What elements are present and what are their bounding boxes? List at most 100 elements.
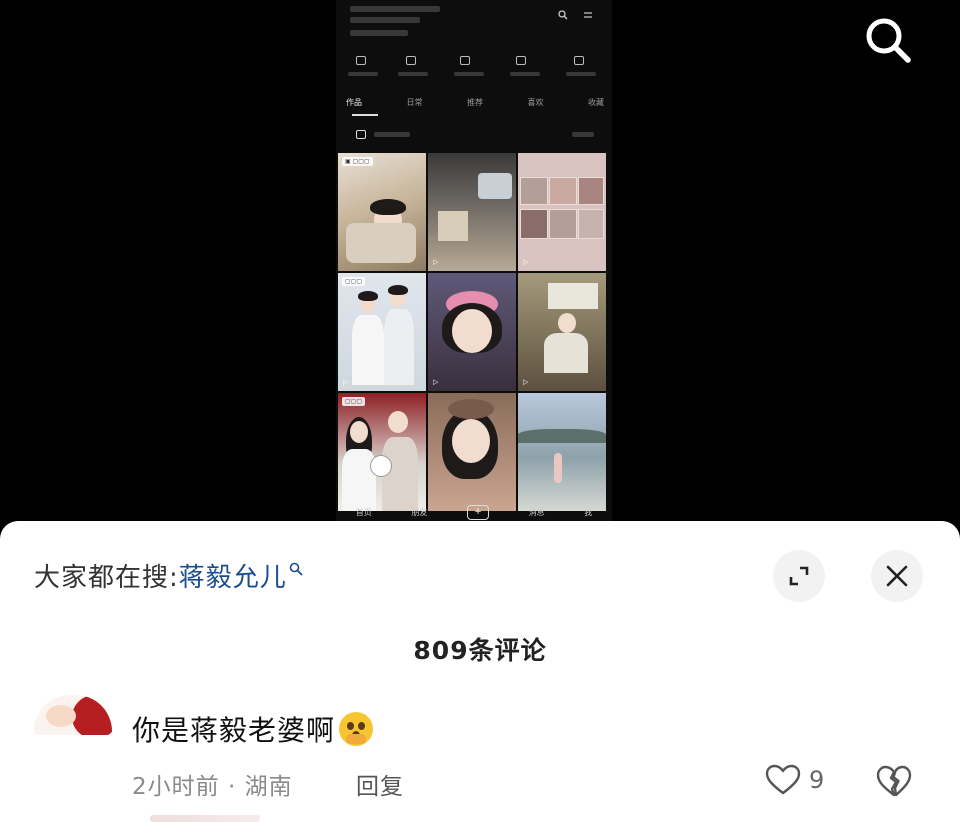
play-count: ▷	[343, 378, 349, 386]
comment-meta: 2小时前 · 湖南	[132, 774, 293, 800]
blurred-text	[350, 17, 420, 23]
thumbnail-figure	[452, 419, 490, 463]
phone-menu-icon	[584, 12, 592, 18]
heart-icon	[765, 764, 801, 795]
phone-plus-button: +	[466, 504, 489, 520]
blurred-text	[350, 30, 408, 36]
phone-collection-row	[350, 128, 598, 142]
phone-tab: 推荐	[467, 98, 483, 107]
thumbnail-figure	[578, 209, 604, 239]
thumbnail-figure	[452, 309, 492, 353]
hot-search-banner[interactable]: 大家都在搜:蒋毅允儿	[34, 557, 303, 594]
phone-tab: 日常	[406, 98, 423, 107]
thumbnail-figure	[384, 309, 414, 385]
next-comment-preview	[150, 815, 260, 822]
thumbnail-tag: ▣ ▢▢▢	[342, 157, 373, 166]
thumbnail-figure	[358, 291, 378, 301]
avatar-figure	[72, 695, 112, 735]
thumbnail-tag: ▢▢▢	[342, 397, 366, 406]
play-count: ▷	[523, 378, 529, 386]
thumbnail-figure	[549, 209, 577, 239]
close-button[interactable]	[871, 550, 923, 602]
phone-video-grid: ▣ ▢▢▢ ▷ ▷ ▢▢▢ ▷ ▷ ▷ ▢▢▢	[338, 153, 610, 511]
phone-service-icon	[574, 56, 584, 65]
thumbnail-figure	[388, 411, 408, 433]
blurred-text	[350, 6, 440, 12]
video-thumbnail: ▷	[428, 153, 516, 271]
phone-tab: 收藏	[588, 98, 604, 107]
video-thumbnail	[428, 393, 516, 511]
video-thumbnail: ▢▢▢ ▷	[338, 273, 426, 391]
phone-service-icon	[356, 56, 366, 65]
phone-service-icon	[460, 56, 470, 65]
thumbnail-figure	[520, 177, 548, 205]
phone-service-icon	[406, 56, 416, 65]
emoji-icon	[339, 712, 374, 746]
search-icon	[289, 562, 303, 576]
reply-button[interactable]: 回复	[356, 767, 404, 801]
video-thumbnail: ▣ ▢▢▢	[338, 153, 426, 271]
blurred-text	[374, 132, 410, 137]
thumbnail-figure	[518, 429, 606, 443]
avatar-figure	[46, 705, 76, 727]
thumbnail-figure	[448, 399, 494, 419]
play-count: ▷	[433, 258, 439, 266]
thumbnail-figure	[352, 315, 384, 385]
thumbnail-figure	[388, 285, 408, 295]
phone-nav-item: 首页	[355, 507, 372, 517]
comment-sheet: 大家都在搜:蒋毅允儿 809条评论 你是蒋毅老婆啊 2小时前 · 湖南 回复 9	[0, 521, 960, 822]
blurred-text	[572, 132, 594, 137]
thumbnail-figure	[544, 333, 588, 373]
thumbnail-figure	[549, 177, 577, 205]
video-thumbnail: ▷	[518, 273, 606, 391]
blurred-text	[566, 72, 596, 76]
thumbnail-figure	[554, 453, 562, 483]
blurred-text	[348, 72, 378, 76]
phone-nav-item: 朋友	[411, 507, 428, 517]
video-thumbnail: ▷	[518, 153, 606, 271]
search-icon[interactable]	[862, 14, 914, 66]
phone-tab: 作品	[346, 98, 362, 107]
phone-nav-item: 我	[584, 507, 593, 517]
thumbnail-tag: ▢▢▢	[342, 277, 366, 286]
thumbnail-figure	[370, 199, 406, 215]
blurred-text	[510, 72, 540, 76]
comment-text: 你是蒋毅老婆啊	[132, 714, 336, 747]
expand-button[interactable]	[773, 550, 825, 602]
thumbnail-figure	[558, 313, 576, 333]
play-count: ▷	[433, 378, 439, 386]
thumbnail-figure	[346, 223, 416, 263]
expand-icon	[789, 566, 809, 586]
avatar[interactable]	[34, 695, 112, 735]
comment-count-title: 809条评论	[413, 636, 547, 665]
hot-search-prefix: 大家都在搜:	[34, 563, 179, 593]
phone-search-icon	[558, 10, 568, 20]
phone-folder-icon	[356, 130, 366, 139]
video-thumbnail	[518, 393, 606, 511]
broken-heart-icon[interactable]	[876, 764, 912, 798]
blurred-text	[398, 72, 428, 76]
close-icon	[886, 565, 908, 587]
blurred-text	[454, 72, 484, 76]
embedded-phone-screenshot: 作品 日常 推荐 喜欢 收藏 ▣ ▢▢▢ ▷ ▷ ▢▢▢ ▷ ▷ ▷ ▢▢▢ 首…	[336, 0, 612, 530]
thumbnail-figure	[548, 283, 598, 309]
thumbnail-figure	[370, 455, 392, 477]
phone-service-icon	[516, 56, 526, 65]
phone-tab: 喜欢	[527, 98, 544, 107]
like-button[interactable]: 9	[765, 763, 824, 797]
hot-search-term[interactable]: 蒋毅允儿	[179, 563, 287, 593]
comment-item[interactable]: 你是蒋毅老婆啊	[132, 709, 374, 749]
video-thumbnail: ▷	[428, 273, 516, 391]
phone-nav-item: 消息	[528, 507, 545, 517]
thumbnail-figure	[578, 177, 604, 205]
thumbnail-figure	[350, 421, 368, 443]
phone-profile-tabs: 作品 日常 推荐 喜欢 收藏	[346, 97, 604, 108]
thumbnail-figure	[478, 173, 512, 199]
like-count: 9	[809, 766, 825, 794]
phone-tab-underline	[352, 114, 378, 116]
play-count: ▷	[523, 258, 529, 266]
video-thumbnail: ▢▢▢	[338, 393, 426, 511]
thumbnail-figure	[438, 211, 468, 241]
thumbnail-figure	[520, 209, 548, 239]
video-player[interactable]: 作品 日常 推荐 喜欢 收藏 ▣ ▢▢▢ ▷ ▷ ▢▢▢ ▷ ▷ ▷ ▢▢▢ 首…	[0, 0, 960, 545]
